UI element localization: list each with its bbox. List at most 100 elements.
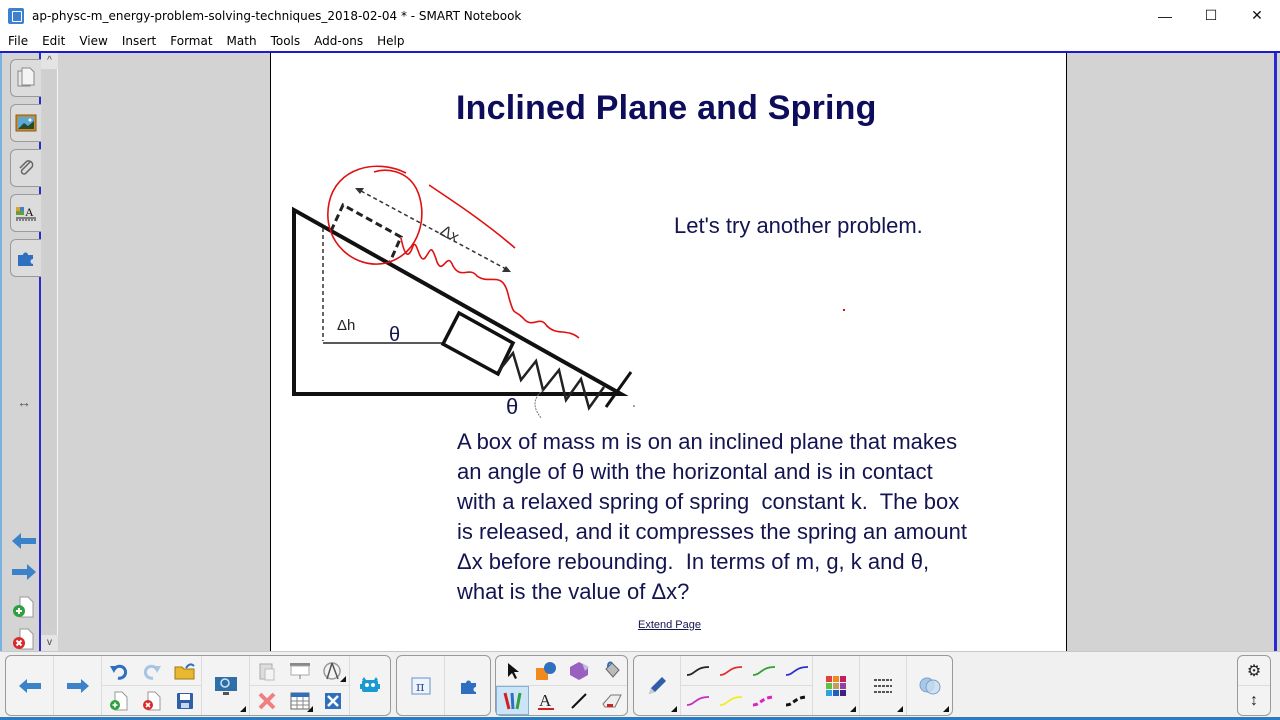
menu-format[interactable]: Format <box>163 34 219 48</box>
redo-button[interactable] <box>135 656 168 685</box>
scroll-up-button[interactable]: ^ <box>41 53 58 69</box>
delete-page-button[interactable] <box>10 628 38 650</box>
gear-icon: ⚙ <box>1246 662 1262 680</box>
pen-stroke-icon <box>719 665 742 676</box>
scroll-track[interactable] <box>43 71 56 627</box>
pen-style-yellow[interactable] <box>714 686 747 715</box>
minimize-button[interactable]: — <box>1142 0 1188 31</box>
folder-open-icon <box>174 662 195 679</box>
select-tool-button[interactable] <box>496 656 529 685</box>
insert-table-button[interactable] <box>283 686 316 715</box>
add-ons-button[interactable] <box>445 656 492 715</box>
menu-math[interactable]: Math <box>220 34 264 48</box>
next-page-button[interactable] <box>10 561 38 583</box>
smart-response-button[interactable] <box>316 686 349 715</box>
measurement-tools-button[interactable] <box>316 656 349 685</box>
menu-insert[interactable]: Insert <box>115 34 163 48</box>
pen-style-magenta[interactable] <box>681 686 714 715</box>
pen-style-black[interactable] <box>681 656 714 685</box>
show-hide-screen-shade-button[interactable] <box>283 656 316 685</box>
lines-tool-button[interactable] <box>562 686 595 715</box>
toolbar-next-page-button[interactable] <box>54 656 101 715</box>
projection-screen-icon <box>289 662 310 679</box>
open-file-button[interactable] <box>168 656 201 685</box>
toolbar-group-settings: ⚙ ↕ <box>1237 655 1271 716</box>
work-area: A ↔ ^ v Inclined Plane and Spring Δx Δh … <box>0 51 1280 651</box>
save-button[interactable] <box>168 686 201 715</box>
vertical-scrollbar[interactable]: ^ v <box>41 53 58 651</box>
pen-stroke-icon <box>686 695 709 706</box>
menu-view[interactable]: View <box>72 34 114 48</box>
scroll-down-button[interactable]: v <box>41 635 58 651</box>
cursor-arrow-icon <box>507 662 519 679</box>
settings-button[interactable]: ⚙ <box>1238 656 1270 685</box>
pen-type-button[interactable] <box>634 656 680 715</box>
pen-style-red[interactable] <box>714 656 747 685</box>
previous-page-button[interactable] <box>10 530 38 552</box>
monster-icon <box>360 676 380 692</box>
screen-shade-button[interactable] <box>202 656 249 715</box>
menu-help[interactable]: Help <box>370 34 411 48</box>
fill-tool-button[interactable] <box>595 656 628 685</box>
sidebar-resize-handle[interactable]: ↔ <box>10 391 38 413</box>
maximize-button[interactable]: ☐ <box>1188 0 1234 31</box>
color-palette-button[interactable] <box>813 656 859 715</box>
polygon-icon <box>569 661 589 680</box>
pen-style-green[interactable] <box>747 656 780 685</box>
intro-text[interactable]: Let's try another problem. <box>674 213 923 239</box>
move-toolbar-button[interactable]: ↕ <box>1238 686 1270 715</box>
menu-edit[interactable]: Edit <box>35 34 72 48</box>
toolbar-delete-page-button[interactable] <box>135 686 168 715</box>
pen-style-black-dashed[interactable] <box>780 686 813 715</box>
title-bar: ap-physc-m_energy-problem-solving-techni… <box>0 0 1280 31</box>
slide-title[interactable]: Inclined Plane and Spring <box>456 89 877 128</box>
problem-text[interactable]: A box of mass m is on an inclined plane … <box>457 427 1027 607</box>
menu-bar: File Edit View Insert Format Math Tools … <box>0 31 1280 51</box>
tab-gallery[interactable] <box>10 104 41 142</box>
delete-button[interactable] <box>250 686 283 715</box>
tab-add-ons[interactable] <box>10 239 41 277</box>
puzzle-icon <box>18 252 33 266</box>
eraser-tool-button[interactable] <box>595 686 628 715</box>
color-grid-icon <box>826 675 846 696</box>
text-tool-button[interactable]: A <box>529 686 562 715</box>
add-page-icon <box>109 691 127 710</box>
add-page-icon <box>13 596 34 618</box>
shapes-tool-button[interactable] <box>529 656 562 685</box>
undo-button[interactable] <box>102 656 135 685</box>
toolbar-previous-page-button[interactable] <box>6 656 53 715</box>
pen-style-magenta-dashed[interactable] <box>747 686 780 715</box>
tab-attachments[interactable] <box>10 149 41 187</box>
lab-button[interactable] <box>350 656 390 715</box>
regular-polygons-button[interactable] <box>562 656 595 685</box>
notebook-page[interactable]: Inclined Plane and Spring Δx Δh θ θ Let'… <box>270 53 1067 651</box>
response-icon <box>324 692 341 709</box>
save-icon <box>176 692 193 709</box>
tab-properties[interactable]: A <box>10 194 41 232</box>
menu-add-ons[interactable]: Add-ons <box>307 34 370 48</box>
pen-style-blue[interactable] <box>780 656 813 685</box>
math-tools-button[interactable]: π <box>397 656 444 715</box>
stray-dot <box>633 405 635 407</box>
incline-diagram[interactable]: Δx Δh θ θ <box>281 158 681 418</box>
toolbar-group-file <box>5 655 391 716</box>
problem-line: with a relaxed spring of spring constant… <box>457 489 960 514</box>
close-button[interactable]: ✕ <box>1234 0 1280 31</box>
pens-tool-button[interactable] <box>496 686 529 715</box>
menu-file[interactable]: File <box>0 34 35 48</box>
toolbar-group-math: π <box>396 655 491 716</box>
transparency-button[interactable] <box>907 656 952 715</box>
arrow-right-icon <box>12 564 36 580</box>
up-down-arrow-icon: ↕ <box>1250 691 1258 709</box>
sidebar: A ↔ <box>0 53 41 651</box>
add-page-button[interactable] <box>10 596 38 618</box>
toolbar-add-page-button[interactable] <box>102 686 135 715</box>
extend-page-link[interactable]: Extend Page <box>638 619 701 631</box>
line-style-button[interactable] <box>860 656 906 715</box>
puzzle-icon <box>460 680 476 694</box>
tab-page-sorter[interactable] <box>10 59 41 97</box>
eraser-icon <box>601 694 622 707</box>
paste-button[interactable] <box>250 656 283 685</box>
redo-icon <box>143 664 161 680</box>
menu-tools[interactable]: Tools <box>264 34 308 48</box>
